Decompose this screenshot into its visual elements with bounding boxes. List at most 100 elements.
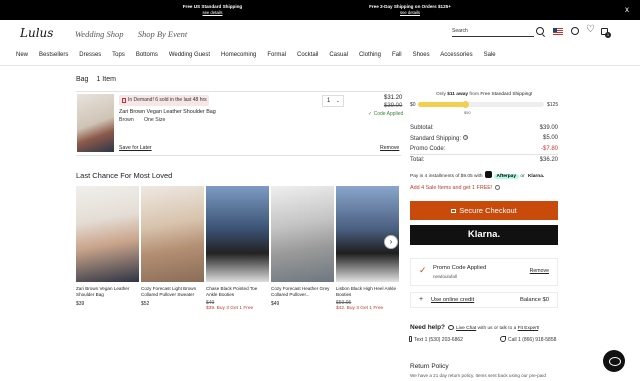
product-name[interactable]: Zari Brown Vegan Leather Shoulder Bag (76, 286, 139, 298)
product-name[interactable]: Cozy Forecast Heather Grey Collared Pull… (271, 286, 334, 298)
bag-heading: Bag 1 Item (76, 76, 116, 83)
call-number[interactable]: 1 (866) 918-5858 (518, 337, 556, 343)
main-nav: New Bestsellers Dresses Tops Bottoms Wed… (16, 52, 505, 58)
checkout-label: Secure Checkout (459, 206, 517, 215)
secure-checkout-button[interactable]: Secure Checkout (410, 201, 558, 220)
promo-left-details-link[interactable]: see details (160, 10, 265, 16)
product-image[interactable] (336, 186, 399, 282)
nav-item-accessories[interactable]: Accessories (440, 52, 472, 58)
afterpay-text: Pay in 4 installments of $9.05 with (410, 174, 483, 179)
nav-item-wedding-guest[interactable]: Wedding Guest (169, 52, 210, 58)
chat-widget-button[interactable] (603, 350, 625, 372)
user-icon[interactable] (571, 27, 579, 35)
header-links: Wedding Shop Shop By Event (75, 29, 199, 39)
bag-icon (122, 98, 126, 103)
use-online-credit-link[interactable]: Use online credit (431, 297, 474, 303)
product-card[interactable]: Zari Brown Vegan Leather Shoulder Bag $3… (76, 186, 139, 307)
product-card[interactable]: Chase Black Pointed Toe Ankle Booties $4… (206, 186, 269, 311)
subtotal-label: Subtotal: (410, 125, 434, 131)
promo-right-title: Free 3-Day Shipping on Orders $125+ (369, 4, 451, 9)
afterpay-icon (484, 171, 492, 178)
nav-item-tops[interactable]: Tops (112, 52, 125, 58)
help-chat-middle: with us or talk to a (477, 326, 517, 331)
remove-promo-link[interactable]: Remove (530, 268, 549, 274)
product-card[interactable]: Cozy Forecast Light Brown Collared Pullo… (141, 186, 204, 307)
total-row: Total: $36.20 (410, 157, 558, 163)
text-number[interactable]: 1 (530) 203-6862 (425, 337, 463, 343)
bag-item-name[interactable]: Zari Brown Vegan Leather Shoulder Bag (119, 109, 216, 115)
us-flag-icon[interactable] (553, 28, 563, 35)
search-input[interactable]: Search (452, 28, 534, 37)
nav-item-shoes[interactable]: Shoes (413, 52, 430, 58)
nav-item-casual[interactable]: Casual (329, 52, 348, 58)
live-chat-link[interactable]: Live Chat (456, 326, 476, 331)
product-name[interactable]: Lisbon Black High Heel Ankle Booties (336, 286, 399, 298)
nav-item-fall[interactable]: Fall (392, 52, 402, 58)
promo-code-box: ✓ Promo Code Applied newloulufall Remove (410, 258, 558, 286)
search-icon[interactable] (536, 27, 544, 35)
add-sale-text[interactable]: Add 4 Sale Items and get 1 FREE! (410, 185, 492, 191)
product-name[interactable]: Cozy Forecast Light Brown Collared Pullo… (141, 286, 204, 298)
help-icon[interactable]: ? (463, 135, 469, 140)
call-icon (500, 336, 506, 342)
shipping-middle: from (469, 92, 479, 97)
product-image[interactable] (76, 186, 139, 282)
chat-icon (448, 325, 454, 330)
help-icon[interactable] (495, 185, 501, 190)
promo-bar: Free US Standard Shipping see details Fr… (0, 0, 640, 20)
text-support-row[interactable]: Text 1 (530) 203-6862 (409, 336, 463, 343)
lock-icon (451, 209, 457, 213)
promo-3day-shipping: Free 3-Day Shipping on Orders $125+ see … (360, 4, 460, 16)
quantity-select[interactable]: 1 ⌄ (322, 95, 344, 107)
logo[interactable]: Lulus (20, 26, 53, 40)
product-image[interactable] (141, 186, 204, 282)
klarna-checkout-button[interactable]: Klarna. (410, 225, 558, 245)
promo-code-value: newloulufall (433, 274, 458, 279)
bag-item-image[interactable] (77, 94, 114, 152)
divider (410, 154, 558, 155)
shipping-amount-away: $11 away (447, 92, 469, 97)
nav-divider (0, 65, 640, 66)
call-label: Call (508, 337, 517, 343)
shipping-mid-label: $50 (464, 110, 471, 115)
nav-item-new[interactable]: New (16, 52, 28, 58)
product-name[interactable]: Chase Black Pointed Toe Ankle Booties (206, 286, 269, 298)
klarna-logo[interactable]: Klarna. (528, 174, 544, 179)
carousel-next-button[interactable]: › (384, 235, 398, 249)
heart-icon[interactable]: ♡ (586, 25, 595, 35)
nav-item-cocktail[interactable]: Cocktail (297, 52, 318, 58)
afterpay-badge[interactable]: Afterpay (493, 174, 519, 179)
fit-expert-link[interactable]: Fit Expert (518, 326, 539, 331)
product-image[interactable] (206, 186, 269, 282)
product-image[interactable] (271, 186, 334, 282)
shipping-max-label: $125 (547, 102, 559, 108)
nav-item-bestsellers[interactable]: Bestsellers (39, 52, 68, 58)
shipping-row: Standard Shipping:? $5.00 (410, 135, 558, 142)
help-chat-line: Live Chat with us or talk to a Fit Exper… (448, 325, 540, 331)
save-for-later-link[interactable]: Save for Later (119, 145, 152, 151)
promo-right-details-link[interactable]: see details (360, 10, 460, 16)
divider (76, 91, 401, 92)
nav-item-clothing[interactable]: Clothing (359, 52, 381, 58)
product-card[interactable]: Cozy Forecast Heather Grey Collared Pull… (271, 186, 334, 307)
wedding-shop-link[interactable]: Wedding Shop (75, 29, 124, 39)
call-support-row[interactable]: Call 1 (866) 918-5858 (500, 336, 556, 343)
nav-item-bottoms[interactable]: Bottoms (136, 52, 158, 58)
product-price: $49 (271, 301, 280, 307)
shipping-progress-marker (461, 101, 469, 108)
last-chance-title: Last Chance For Most Loved (76, 171, 173, 180)
nav-item-formal[interactable]: Formal (267, 52, 286, 58)
quantity-value: 1 (327, 98, 331, 104)
nav-item-sale[interactable]: Sale (484, 52, 496, 58)
close-icon[interactable]: x (625, 5, 629, 14)
subtotal-value: $39.00 (539, 125, 558, 131)
need-help-title: Need help? (410, 324, 446, 331)
shop-by-event-link[interactable]: Shop By Event (138, 29, 188, 39)
nav-item-dresses[interactable]: Dresses (79, 52, 101, 58)
remove-item-link[interactable]: Remove (380, 145, 399, 151)
product-deal-price: $39. Buy 3 Get 1 Free (206, 306, 254, 311)
checkmark-icon: ✓ (419, 265, 427, 275)
nav-item-homecoming[interactable]: Homecoming (221, 52, 256, 58)
bag-item-size: One Size (144, 117, 166, 123)
plus-icon[interactable]: + (419, 296, 423, 303)
